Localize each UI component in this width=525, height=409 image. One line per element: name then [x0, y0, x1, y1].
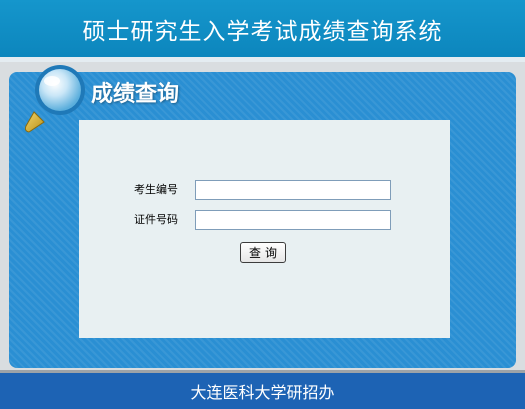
- id-number-label: 证件号码: [134, 213, 178, 226]
- exam-number-input[interactable]: [195, 180, 391, 200]
- panel-title: 成绩查询: [91, 82, 180, 107]
- exam-number-label: 考生编号: [134, 183, 178, 196]
- magnifier-icon: [24, 65, 85, 133]
- id-number-input[interactable]: [195, 210, 391, 230]
- footer-text: 大连医科大学研招办: [190, 383, 335, 402]
- footer-bar: 大连医科大学研招办: [0, 373, 525, 409]
- query-form: 考生编号 证件号码 查询: [79, 120, 450, 338]
- query-button[interactable]: 查询: [240, 242, 286, 263]
- page-title: 硕士研究生入学考试成绩查询系统: [82, 18, 443, 45]
- header-bar: 硕士研究生入学考试成绩查询系统: [0, 0, 525, 57]
